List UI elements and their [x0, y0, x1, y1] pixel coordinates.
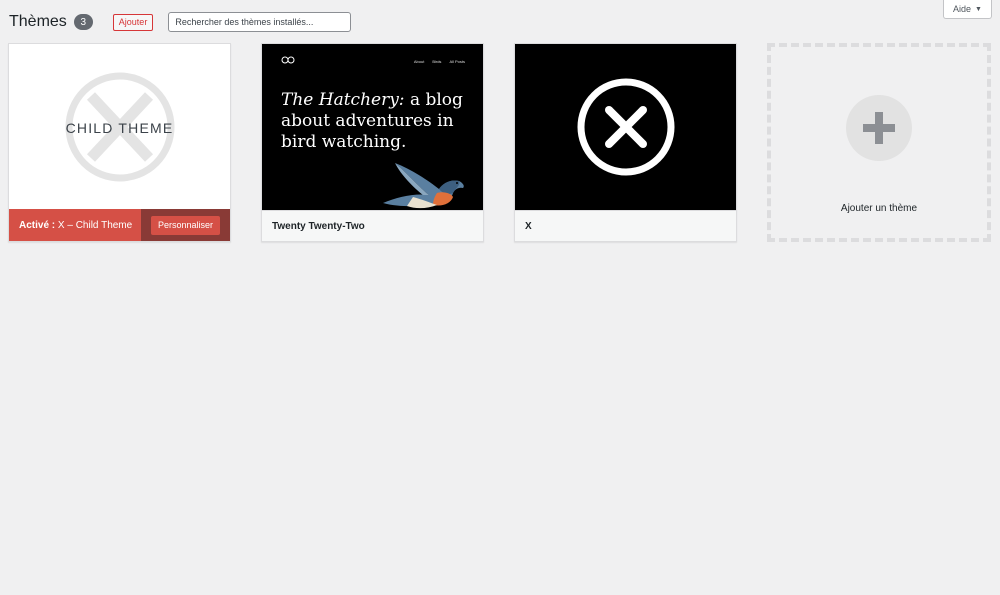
page-header: Thèmes 3 Ajouter — [9, 12, 352, 32]
help-label: Aide — [953, 4, 972, 14]
theme-footer: X — [515, 210, 736, 241]
theme-card-child-theme[interactable]: CHILD THEME Activé : X – Child Theme Per… — [8, 43, 231, 242]
theme-name: X — [525, 220, 532, 232]
theme-footer-active: Activé : X – Child Theme Personnaliser — [9, 209, 230, 241]
caret-down-icon: ▼ — [975, 5, 982, 13]
infinity-logo-icon — [281, 56, 295, 64]
theme-screenshot: About Birds All Posts The Hatchery: a bl… — [262, 44, 483, 210]
theme-screenshot — [515, 44, 736, 210]
add-new-theme-label: Ajouter un thème — [840, 203, 918, 214]
add-theme-button[interactable]: Ajouter — [112, 13, 154, 31]
tt2-nav-all-posts: All Posts — [449, 59, 465, 64]
customize-area: Personnaliser — [141, 209, 230, 241]
theme-card-twenty-twenty-two[interactable]: About Birds All Posts The Hatchery: a bl… — [261, 43, 484, 242]
theme-name: Twenty Twenty-Two — [272, 220, 365, 232]
plus-circle — [846, 95, 912, 161]
theme-screenshot: CHILD THEME — [9, 44, 230, 210]
tt2-heading-italic: The Hatchery: — [281, 90, 405, 110]
theme-footer: Twenty Twenty-Two — [262, 210, 483, 241]
theme-card-x[interactable]: X — [514, 43, 737, 242]
help-tab-button[interactable]: Aide ▼ — [943, 0, 992, 19]
tt2-heading: The Hatchery: a blog about adventures in… — [281, 90, 471, 153]
plus-icon — [863, 112, 895, 144]
bird-illustration — [383, 163, 464, 209]
themes-page: Aide ▼ Thèmes 3 Ajouter CHILD THEME Acti… — [0, 0, 1000, 595]
customize-button[interactable]: Personnaliser — [150, 215, 221, 235]
theme-name: X – Child Theme — [57, 219, 133, 231]
close-circle-icon — [577, 78, 675, 176]
child-theme-screenshot-text: CHILD THEME — [65, 120, 174, 136]
active-theme-label: Activé : X – Child Theme — [9, 220, 141, 231]
add-new-theme-card[interactable]: Ajouter un thème — [767, 43, 991, 242]
tt2-nav-about: About — [413, 59, 425, 64]
search-themes-input[interactable] — [168, 12, 352, 32]
tt2-nav-birds: Birds — [432, 59, 442, 64]
tt2-nav: About Birds All Posts — [414, 59, 465, 64]
page-title: Thèmes — [9, 13, 67, 30]
theme-count-badge: 3 — [73, 14, 93, 30]
active-prefix: Activé : — [19, 219, 56, 231]
